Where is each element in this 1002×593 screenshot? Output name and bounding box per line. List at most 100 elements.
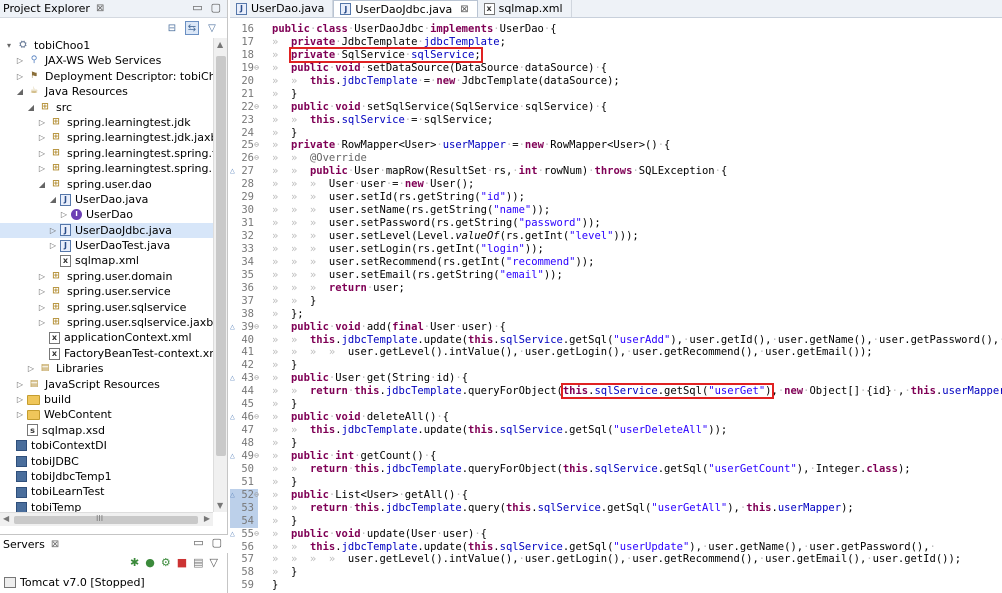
link-with-editor-icon[interactable]: ⇆	[185, 21, 199, 35]
project-explorer-tab[interactable]: Project Explorer ⊠ ▭ ▢	[0, 0, 227, 18]
code-line[interactable]: 46» public·void·deleteAll()·{	[230, 411, 1002, 424]
tree-item[interactable]: tobiContextDI	[0, 438, 213, 453]
code-line[interactable]: 54» }	[230, 514, 1002, 528]
debug-server-icon[interactable]: ✱	[130, 556, 139, 569]
expand-toggle-icon[interactable]: ▷	[37, 146, 47, 161]
code-line[interactable]: 58 » }	[230, 566, 1002, 579]
tree-item[interactable]: ◢ ⊞ spring.user.dao	[0, 177, 213, 192]
tree-item[interactable]: tobiJdbcTemp1	[0, 469, 213, 484]
code-line[interactable]: 42 » }	[230, 359, 1002, 372]
code-line[interactable]: 57 » » » » user.getLevel().intValue(),·us…	[230, 553, 1002, 566]
expand-toggle-icon[interactable]: ▷	[37, 161, 47, 176]
code-line[interactable]: 56 » » this.jdbcTemplate.update(this.sqlS…	[230, 541, 1002, 554]
expand-toggle-icon[interactable]: ◢	[15, 84, 25, 99]
tree-item[interactable]: ▷ ⊞ spring.learningtest.spring.point	[0, 161, 213, 176]
scroll-left-icon[interactable]: ◀	[3, 514, 9, 523]
code-line[interactable]: 22» public·void·setSqlService(SqlService…	[230, 101, 1002, 114]
code-line[interactable]: 47 » » this.jdbcTemplate.update(this.sqlS…	[230, 424, 1002, 437]
tree-item[interactable]: ▷ ⊞ spring.user.sqlservice	[0, 300, 213, 315]
tree-item[interactable]: x FactoryBeanTest-context.xml	[0, 346, 213, 361]
stop-server-icon[interactable]: ■	[177, 556, 187, 569]
expand-toggle-icon[interactable]: ▷	[15, 377, 25, 392]
minimize-icon[interactable]: ▭	[192, 1, 202, 14]
publish-icon[interactable]: ▤	[193, 556, 203, 569]
tree-item[interactable]: ▷ build	[0, 392, 213, 407]
tree-item[interactable]: ▷ ⊞ spring.user.domain	[0, 269, 213, 284]
tree-item[interactable]: tobiJDBC	[0, 454, 213, 469]
code-line[interactable]: 51 » }	[230, 476, 1002, 489]
code-line[interactable]: 30 » » » user.setName(rs.getString("name"…	[230, 204, 1002, 217]
tree-item[interactable]: ▾ ⛭ tobiChoo1	[0, 38, 213, 53]
tree-item[interactable]: ▷ ⊞ spring.user.service	[0, 284, 213, 299]
code-line[interactable]: 45 » }	[230, 398, 1002, 411]
code-line[interactable]: 20 » » this.jdbcTemplate·=·new·JdbcTempla…	[230, 75, 1002, 88]
profile-server-icon[interactable]: ⚙	[161, 556, 171, 569]
view-menu-icon[interactable]: ▽	[205, 21, 219, 35]
tree-item[interactable]: ▷ I UserDao	[0, 207, 213, 222]
expand-toggle-icon[interactable]: ▷	[48, 238, 58, 253]
tree-item[interactable]: ▷ J UserDaoTest.java	[0, 238, 213, 253]
editor-tab[interactable]: J UserDaoJdbc.java ⊠	[333, 0, 478, 17]
tree-item[interactable]: s sqlmap.xsd	[0, 423, 213, 438]
tree-vertical-scrollbar[interactable]: ▲ ▼	[213, 38, 227, 512]
code-line[interactable]: 31 » » » user.setPassword(rs.getString("p…	[230, 217, 1002, 230]
tree-item[interactable]: ▷ ▤ JavaScript Resources	[0, 377, 213, 392]
scroll-up-icon[interactable]: ▲	[217, 40, 223, 49]
code-line[interactable]: 28 » » » User·user·=·new·User();	[230, 178, 1002, 191]
code-line[interactable]: 41 » » » » user.getLevel().intValue(),·us…	[230, 346, 1002, 359]
tree-item[interactable]: ▷ ⊞ spring.learningtest.jdk	[0, 115, 213, 130]
expand-toggle-icon[interactable]: ▷	[37, 130, 47, 145]
code-line[interactable]: 18 » private·SqlService·sqlService;	[230, 46, 1002, 63]
tree-item[interactable]: ◢ J UserDao.java	[0, 192, 213, 207]
expand-toggle-icon[interactable]: ▷	[15, 69, 25, 84]
code-line[interactable]: 27» » public·User·mapRow(ResultSet·rs,·i…	[230, 165, 1002, 178]
tree-item[interactable]: ◢ ☕ Java Resources	[0, 84, 213, 99]
tree-horizontal-scrollbar[interactable]: ◀ III ▶	[0, 512, 213, 526]
servers-tab[interactable]: Servers ⊠ ▭ ▢	[0, 535, 228, 553]
expand-toggle-icon[interactable]: ◢	[37, 177, 47, 192]
code-line[interactable]: 59}	[230, 579, 1002, 592]
code-line[interactable]: 33 » » » user.setLogin(rs.getInt("login")…	[230, 243, 1002, 256]
code-line[interactable]: 24 » }	[230, 127, 1002, 140]
code-line[interactable]: 35 » » » user.setEmail(rs.getString("emai…	[230, 269, 1002, 282]
tree-item[interactable]: ▷ ⊞ spring.learningtest.jdk.jaxb	[0, 130, 213, 145]
view-menu-icon[interactable]: ▽	[210, 556, 218, 569]
close-tab-icon[interactable]: ⊠	[460, 4, 468, 15]
code-line[interactable]: 34 » » » user.setRecommend(rs.getInt("rec…	[230, 256, 1002, 269]
code-line[interactable]: 52» public·List<User>·getAll()·{	[230, 488, 1002, 502]
tree-item[interactable]: ▷ ⚲ JAX-WS Web Services	[0, 53, 213, 68]
code-line[interactable]: 17 » private·JdbcTemplate·jdbcTemplate;	[230, 36, 1002, 49]
scroll-right-icon[interactable]: ▶	[204, 514, 210, 523]
code-line[interactable]: 26» » @Override	[230, 152, 1002, 165]
expand-toggle-icon[interactable]: ▷	[15, 53, 25, 68]
tree-item[interactable]: ▷ ⊞ spring.user.sqlservice.jaxb	[0, 315, 213, 330]
tree-item[interactable]: ▷ ▤ Libraries	[0, 361, 213, 376]
tree-item[interactable]: ▷ ⊞ spring.learningtest.spring.facto	[0, 146, 213, 161]
start-server-icon[interactable]: ●	[145, 556, 155, 569]
expand-toggle-icon[interactable]: ▷	[48, 223, 58, 238]
tree-item[interactable]: tobiTemp	[0, 500, 213, 512]
maximize-icon[interactable]: ▢	[211, 1, 221, 14]
code-line[interactable]: 29 » » » user.setId(rs.getString("id"));	[230, 191, 1002, 204]
code-line[interactable]: 49» public·int·getCount()·{	[230, 450, 1002, 463]
tree-item[interactable]: ▷ J UserDaoJdbc.java	[0, 222, 213, 239]
code-line[interactable]: 23 » » this.sqlService·=·sqlService;	[230, 114, 1002, 127]
maximize-icon[interactable]: ▢	[212, 536, 222, 549]
code-line[interactable]: 19» public·void·setDataSource(DataSource…	[230, 62, 1002, 75]
tree-item[interactable]: x sqlmap.xml	[0, 253, 213, 268]
expand-toggle-icon[interactable]: ▷	[37, 115, 47, 130]
code-area[interactable]: 16 public·class·UserDaoJdbc·implements·Us…	[230, 23, 1002, 592]
tree-item[interactable]: tobiLearnTest	[0, 484, 213, 499]
code-line[interactable]: 48 » }	[230, 437, 1002, 450]
expand-toggle-icon[interactable]: ▷	[15, 392, 25, 407]
code-line[interactable]: 50 » » return·this.jdbcTemplate.queryForO…	[230, 463, 1002, 476]
server-entry[interactable]: Tomcat v7.0 [Stopped]	[4, 575, 145, 590]
editor-tab[interactable]: J UserDao.java	[230, 0, 334, 17]
minimize-icon[interactable]: ▭	[193, 536, 203, 549]
code-line[interactable]: 38 » };	[230, 308, 1002, 321]
expand-toggle-icon[interactable]: ▷	[37, 300, 47, 315]
tree-item[interactable]: ▷ WebContent	[0, 407, 213, 422]
code-line[interactable]: 53» » return·this.jdbcTemplate.query(thi…	[230, 501, 1002, 515]
tree-item[interactable]: ◢ ⊞ src	[0, 100, 213, 115]
code-line[interactable]: 55» public·void·update(User·user)·{	[230, 528, 1002, 541]
